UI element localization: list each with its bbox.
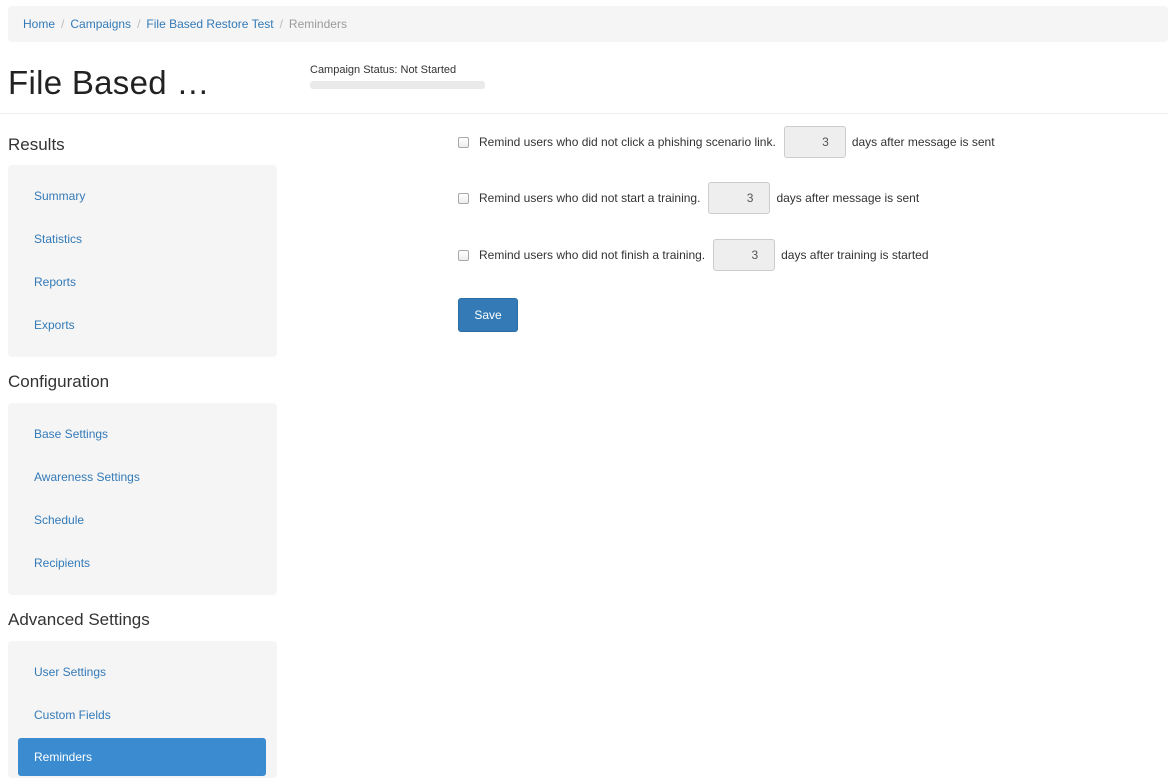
reminder-phishing-click-label: Remind users who did not click a phishin… (479, 135, 776, 149)
reminder-phishing-click-days-input[interactable] (783, 126, 846, 158)
nav-item-reports[interactable]: Reports (18, 263, 266, 301)
breadcrumb-home-link[interactable]: Home (23, 17, 55, 31)
reminder-row-training-start: Remind users who did not start a trainin… (458, 182, 919, 214)
reminder-training-finish-suffix: days after training is started (781, 248, 929, 262)
breadcrumb-campaigns-link[interactable]: Campaigns (70, 17, 131, 31)
page-title: File Based … (8, 64, 210, 101)
nav-item-base-settings[interactable]: Base Settings (18, 415, 266, 453)
breadcrumb-campaign-link[interactable]: File Based Restore Test (146, 17, 273, 31)
configuration-nav-panel: Base Settings Awareness Settings Schedul… (8, 403, 277, 595)
campaign-status-progress-bar (310, 81, 485, 89)
results-heading: Results (8, 135, 65, 154)
nav-item-reminders[interactable]: Reminders (18, 738, 266, 776)
breadcrumb: Home / Campaigns / File Based Restore Te… (8, 6, 1168, 42)
reminder-training-start-checkbox[interactable] (458, 192, 469, 204)
advanced-settings-nav-panel: User Settings Custom Fields Reminders (8, 641, 277, 778)
campaign-status-label: Campaign Status: (310, 64, 398, 76)
nav-item-recipients[interactable]: Recipients (18, 544, 266, 582)
campaign-status-value: Not Started (400, 64, 457, 76)
nav-item-awareness-settings[interactable]: Awareness Settings (18, 458, 266, 496)
breadcrumb-separator: / (61, 17, 65, 31)
reminder-phishing-click-suffix: days after message is sent (851, 135, 995, 149)
configuration-heading: Configuration (8, 372, 110, 391)
breadcrumb-separator: / (137, 17, 141, 31)
reminder-training-start-days-input[interactable] (708, 182, 771, 214)
nav-item-custom-fields[interactable]: Custom Fields (18, 696, 266, 734)
reminder-row-training-finish: Remind users who did not finish a traini… (458, 239, 929, 271)
reminder-training-finish-label: Remind users who did not finish a traini… (479, 248, 706, 262)
advanced-settings-heading: Advanced Settings (8, 610, 150, 629)
nav-item-user-settings[interactable]: User Settings (18, 653, 266, 691)
save-button[interactable]: Save (458, 298, 518, 332)
reminder-training-start-suffix: days after message is sent (776, 191, 920, 205)
header-divider (0, 113, 1168, 114)
reminder-training-start-label: Remind users who did not start a trainin… (479, 191, 701, 205)
reminder-training-finish-days-input[interactable] (713, 239, 776, 271)
nav-item-statistics[interactable]: Statistics (18, 220, 266, 258)
breadcrumb-separator: / (279, 17, 283, 31)
reminder-row-phishing-click: Remind users who did not click a phishin… (458, 126, 995, 158)
nav-item-exports[interactable]: Exports (18, 306, 266, 344)
reminder-phishing-click-checkbox[interactable] (458, 136, 469, 148)
campaign-status: Campaign Status: Not Started (310, 64, 456, 76)
results-nav-panel: Summary Statistics Reports Exports (8, 165, 277, 357)
nav-item-schedule[interactable]: Schedule (18, 501, 266, 539)
reminder-training-finish-checkbox[interactable] (458, 249, 469, 261)
nav-item-summary[interactable]: Summary (18, 177, 266, 215)
breadcrumb-current: Reminders (288, 17, 347, 31)
